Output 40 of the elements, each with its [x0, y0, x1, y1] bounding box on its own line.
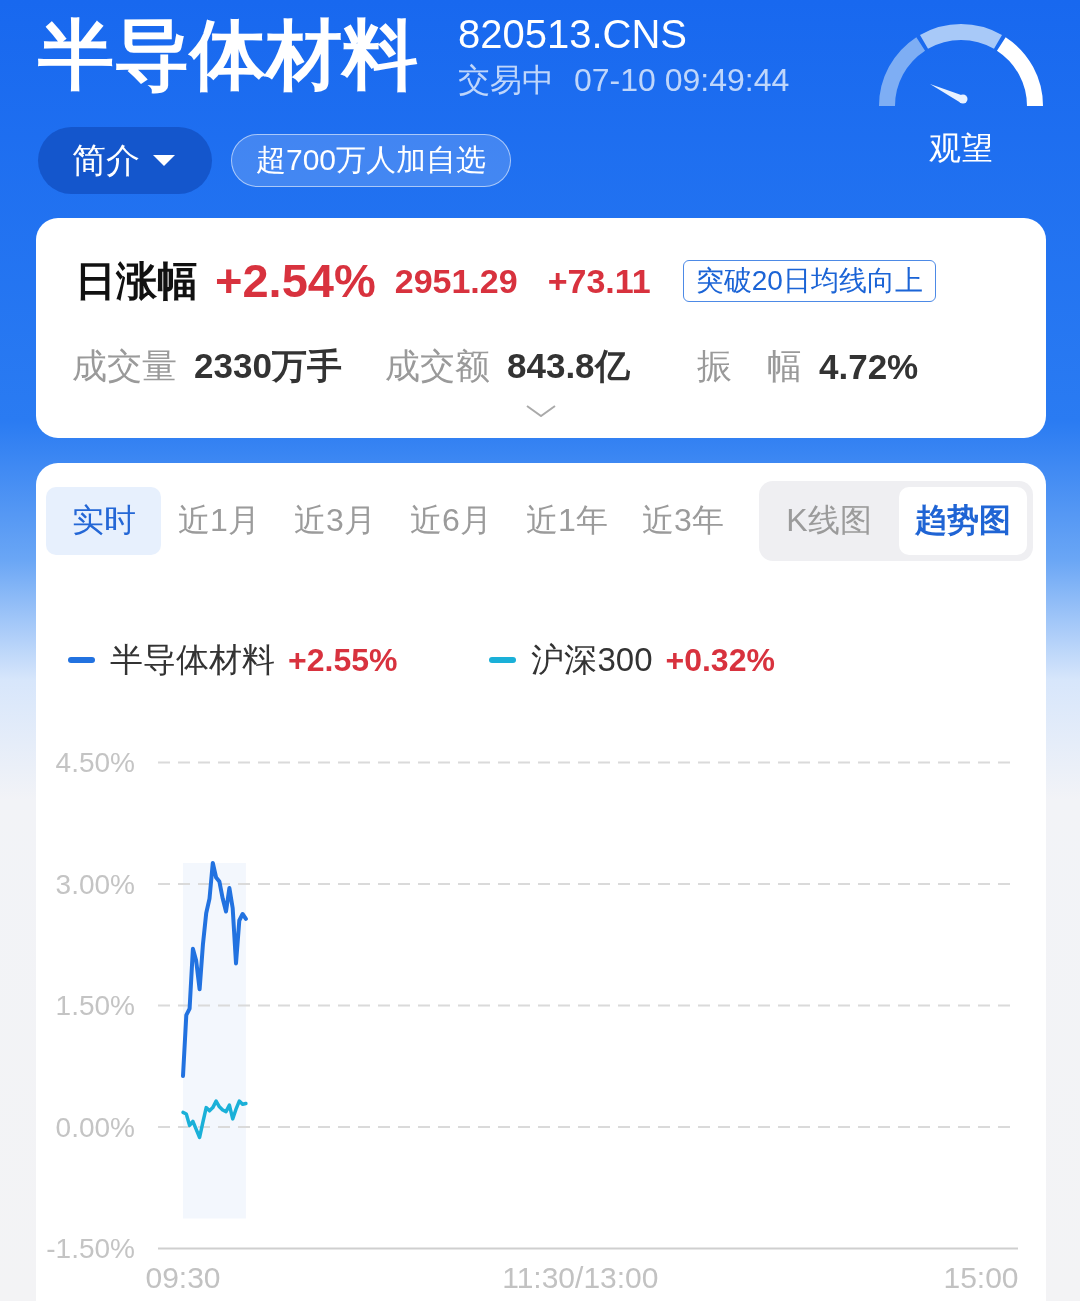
change-percent: +2.54% — [215, 260, 376, 302]
stat-value: 843.8亿 — [507, 345, 630, 387]
signal-tag: 突破20日均线向上 — [682, 260, 936, 302]
period-tab[interactable]: 近1月 — [161, 487, 277, 555]
stat-label: 振 幅 — [697, 345, 802, 387]
page-title: 半导体材料 — [38, 11, 418, 99]
legend-change: +0.32% — [665, 641, 775, 679]
chevron-down-icon[interactable] — [526, 405, 556, 417]
sentiment-label: 观望 — [929, 129, 993, 168]
timestamp: 07-10 09:49:44 — [574, 61, 790, 100]
chart-type-tab[interactable]: 趋势图 — [899, 487, 1027, 555]
y-axis-label: -1.50% — [46, 1233, 135, 1264]
period-tab[interactable]: 近3月 — [277, 487, 393, 555]
chart-type-tab[interactable]: K线图 — [765, 487, 893, 555]
change-value: +73.11 — [547, 261, 651, 302]
legend-name: 半导体材料 — [110, 639, 275, 680]
stat-value: 2330万手 — [194, 345, 342, 387]
change-label: 日涨幅 — [75, 260, 198, 302]
intro-dropdown-button[interactable]: 简介 — [38, 127, 212, 194]
y-axis-label: 1.50% — [55, 990, 135, 1021]
x-axis-label: 09:30 — [145, 1260, 221, 1294]
caret-down-icon — [153, 155, 175, 166]
period-tab[interactable]: 近6月 — [393, 487, 509, 555]
legend-name: 沪深300 — [531, 639, 653, 680]
watchlist-button[interactable]: 超700万人加自选 — [231, 134, 512, 187]
stat-label: 成交额 — [385, 345, 490, 387]
stock-code: 820513.CNS — [458, 12, 689, 56]
stat-value: 4.72% — [819, 346, 919, 387]
price-value: 2951.29 — [394, 261, 518, 302]
y-axis-label: 0.00% — [55, 1111, 135, 1143]
trading-status: 交易中 — [458, 61, 554, 100]
period-tab[interactable]: 近3年 — [625, 487, 741, 555]
legend-change: +2.55% — [288, 641, 398, 679]
stat-label: 成交量 — [72, 345, 177, 387]
x-axis-label: 11:30/13:00 — [502, 1260, 659, 1294]
y-axis-label: 3.00% — [55, 868, 135, 900]
period-tab[interactable]: 实时 — [46, 487, 161, 555]
period-tab[interactable]: 近1年 — [509, 487, 625, 555]
x-axis-label: 15:00 — [943, 1260, 1019, 1294]
y-axis-label: 4.50% — [55, 747, 135, 778]
